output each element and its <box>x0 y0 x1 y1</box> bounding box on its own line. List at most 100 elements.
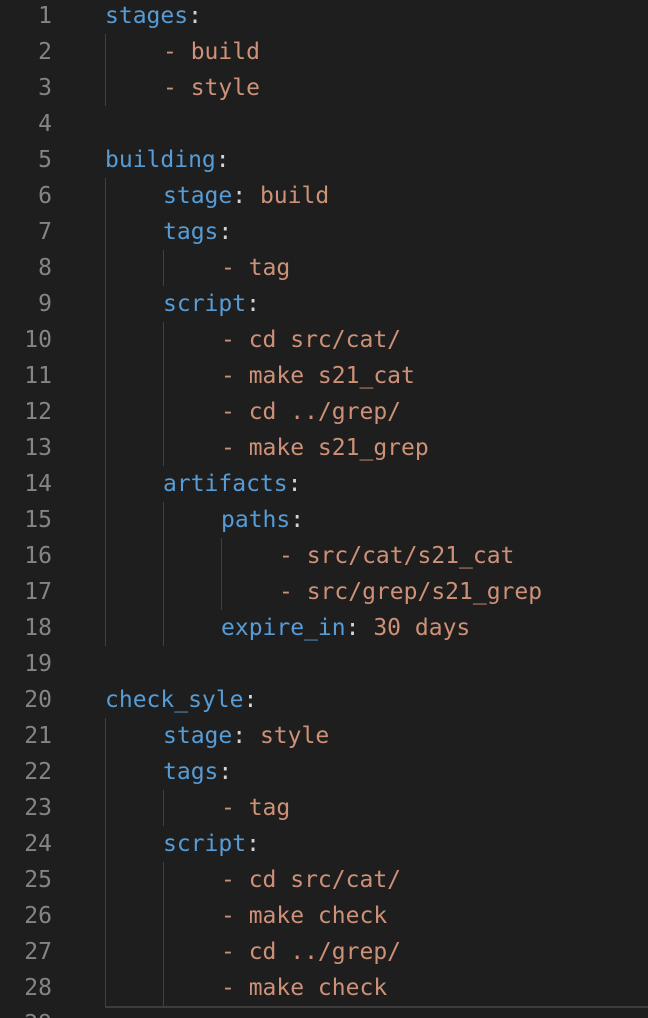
code-line[interactable]: 7 tags: <box>0 214 648 250</box>
code-line[interactable]: 21 stage: style <box>0 718 648 754</box>
code-line[interactable]: 23 - tag <box>0 790 648 826</box>
code-text: - cd ../grep/ <box>221 934 401 970</box>
code-line[interactable]: 18 expire_in: 30 days <box>0 610 648 646</box>
yaml-value: - cd ../grep/ <box>221 399 402 425</box>
indent-guide <box>163 322 164 466</box>
code-text: - cd src/cat/ <box>221 862 401 898</box>
line-number: 18 <box>24 615 52 641</box>
code-line[interactable]: 17 - src/grep/s21_grep <box>0 574 648 610</box>
yaml-value: - src/grep/s21_grep <box>279 579 543 605</box>
code-line[interactable]: 3 - style <box>0 70 648 106</box>
yaml-value: 30 days <box>373 615 471 641</box>
line-number: 6 <box>38 183 52 209</box>
code-line[interactable]: 24 script: <box>0 826 648 862</box>
code-line[interactable]: 11 - make s21_cat <box>0 358 648 394</box>
line-number: 5 <box>38 147 52 173</box>
line-number: 17 <box>24 579 52 605</box>
code-text: artifacts: <box>163 466 301 502</box>
code-text: - style <box>163 70 260 106</box>
code-line[interactable]: 15 paths: <box>0 502 648 538</box>
line-number: 28 <box>24 975 52 1001</box>
yaml-key: paths <box>221 507 291 533</box>
yaml-punctuation: : <box>246 831 260 857</box>
code-text: stage: style <box>163 718 329 754</box>
yaml-value: - cd src/cat/ <box>221 867 402 893</box>
code-line[interactable]: 26 - make check <box>0 898 648 934</box>
indent-guide <box>105 178 106 646</box>
code-line[interactable]: 6 stage: build <box>0 178 648 214</box>
line-number: 7 <box>38 219 52 245</box>
yaml-value: build <box>259 183 330 209</box>
yaml-punctuation: : <box>218 759 233 785</box>
yaml-key: stages <box>105 3 189 29</box>
code-line[interactable]: 10 - cd src/cat/ <box>0 322 648 358</box>
yaml-key: tags <box>163 219 219 245</box>
line-number: 25 <box>24 867 52 893</box>
line-number: 19 <box>24 651 52 677</box>
line-number: 20 <box>24 687 52 713</box>
code-text: - cd ../grep/ <box>221 394 401 430</box>
indent-guide <box>105 718 106 1006</box>
line-number: 8 <box>38 255 52 281</box>
yaml-value: - src/cat/s21_cat <box>279 543 515 569</box>
code-line[interactable]: 16 - src/cat/s21_cat <box>0 538 648 574</box>
yaml-key: stage <box>163 723 233 749</box>
code-line[interactable]: 22 tags: <box>0 754 648 790</box>
yaml-key: tags <box>163 759 219 785</box>
code-line[interactable]: 27 - cd ../grep/ <box>0 934 648 970</box>
code-text: tags: <box>163 754 232 790</box>
yaml-value: - cd src/cat/ <box>221 327 402 353</box>
code-line[interactable]: 14 artifacts: <box>0 466 648 502</box>
yaml-key: building <box>105 147 216 173</box>
code-line[interactable]: 28 - make check <box>0 970 648 1006</box>
code-line[interactable]: 12 - cd ../grep/ <box>0 394 648 430</box>
code-text: - make check <box>221 898 387 934</box>
code-line[interactable]: 29 <box>0 1006 648 1018</box>
yaml-key: script <box>163 831 247 857</box>
code-text: - make s21_cat <box>221 358 415 394</box>
yaml-value: - build <box>163 39 260 65</box>
code-line[interactable]: 1 stages: <box>0 0 648 34</box>
code-text: stages: <box>105 0 202 34</box>
yaml-value: - tag <box>221 255 291 281</box>
code-text: - make s21_grep <box>221 430 429 466</box>
line-number: 27 <box>24 939 52 965</box>
code-line[interactable]: 20 check_syle: <box>0 682 648 718</box>
indent-guide <box>163 862 164 1006</box>
line-number: 23 <box>24 795 52 821</box>
yaml-punctuation: : <box>345 615 374 641</box>
line-number: 26 <box>24 903 52 929</box>
code-line[interactable]: 19 <box>0 646 648 682</box>
yaml-punctuation: : <box>290 507 305 533</box>
yaml-value: - tag <box>221 795 291 821</box>
yaml-value: style <box>259 723 330 749</box>
code-line[interactable]: 5 building: <box>0 142 648 178</box>
code-editor[interactable]: 1 stages: 2 - build 3 - style 4 5 building: 6 stag… <box>0 0 648 1018</box>
indent-guide <box>163 790 164 826</box>
yaml-key: script <box>163 291 247 317</box>
code-text: tags: <box>163 214 232 250</box>
code-line[interactable]: 25 - cd src/cat/ <box>0 862 648 898</box>
yaml-punctuation: : <box>232 183 260 209</box>
code-text: - tag <box>221 250 290 286</box>
code-text: script: <box>163 286 260 322</box>
code-text: building: <box>105 142 230 178</box>
code-text: script: <box>163 826 260 862</box>
line-number: 4 <box>38 111 52 137</box>
code-line[interactable]: 4 <box>0 106 648 142</box>
code-text: expire_in: 30 days <box>221 610 470 646</box>
code-line[interactable]: 2 - build <box>0 34 648 70</box>
code-line[interactable]: 8 - tag <box>0 250 648 286</box>
code-text: - tag <box>221 790 290 826</box>
code-line[interactable]: 9 script: <box>0 286 648 322</box>
yaml-punctuation: : <box>243 687 258 713</box>
code-text: paths: <box>221 502 304 538</box>
line-number: 14 <box>24 471 52 497</box>
line-number: 29 <box>0 1006 52 1018</box>
indent-guide <box>163 250 164 286</box>
yaml-key: stage <box>163 183 233 209</box>
yaml-value: - make s21_cat <box>221 363 415 389</box>
code-text: stage: build <box>163 178 329 214</box>
yaml-key: check_syle <box>105 687 244 713</box>
code-line[interactable]: 13 - make s21_grep <box>0 430 648 466</box>
